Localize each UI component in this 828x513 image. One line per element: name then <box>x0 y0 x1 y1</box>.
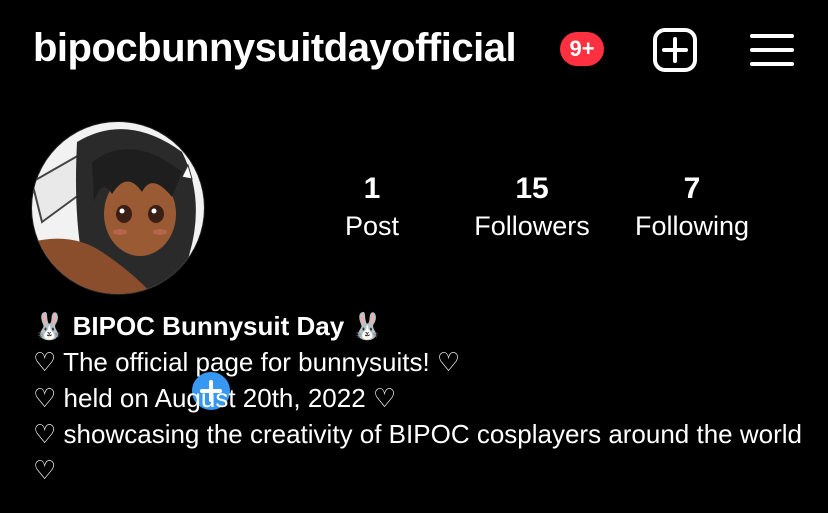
posts-count-value: 1 <box>363 172 381 205</box>
plus-square-icon <box>653 28 697 72</box>
profile-display-name: 🐰 BIPOC Bunnysuit Day 🐰 <box>33 311 384 341</box>
profile-header-bar: bipocbunnysuitdayofficial 9+ <box>0 0 828 100</box>
followers-count-label: Followers <box>474 211 590 241</box>
following-count[interactable]: 7 Following <box>622 172 762 246</box>
followers-count[interactable]: 15 Followers <box>462 172 602 246</box>
bio-line: ♡ showcasing the creativity of BIPOC cos… <box>33 419 802 485</box>
following-count-label: Following <box>634 211 750 241</box>
avatar[interactable] <box>31 121 205 295</box>
menu-button[interactable] <box>750 32 794 68</box>
bio-line: ♡ held on August 20th, 2022 ♡ <box>33 383 397 413</box>
posts-count[interactable]: 1 Post <box>322 172 422 246</box>
profile-avatar-container <box>31 121 234 414</box>
profile-bio: 🐰 BIPOC Bunnysuit Day 🐰 ♡ The official p… <box>33 308 813 488</box>
hamburger-menu-icon <box>750 34 794 66</box>
following-count-value: 7 <box>683 172 701 205</box>
profile-username[interactable]: bipocbunnysuitdayofficial <box>33 26 517 71</box>
new-post-button[interactable] <box>652 27 698 73</box>
bio-line: ♡ The official page for bunnysuits! ♡ <box>33 347 461 377</box>
notification-badge[interactable]: 9+ <box>560 32 604 66</box>
avatar-illustration <box>32 122 204 294</box>
followers-count-value: 15 <box>515 172 549 205</box>
posts-count-label: Post <box>344 211 400 241</box>
